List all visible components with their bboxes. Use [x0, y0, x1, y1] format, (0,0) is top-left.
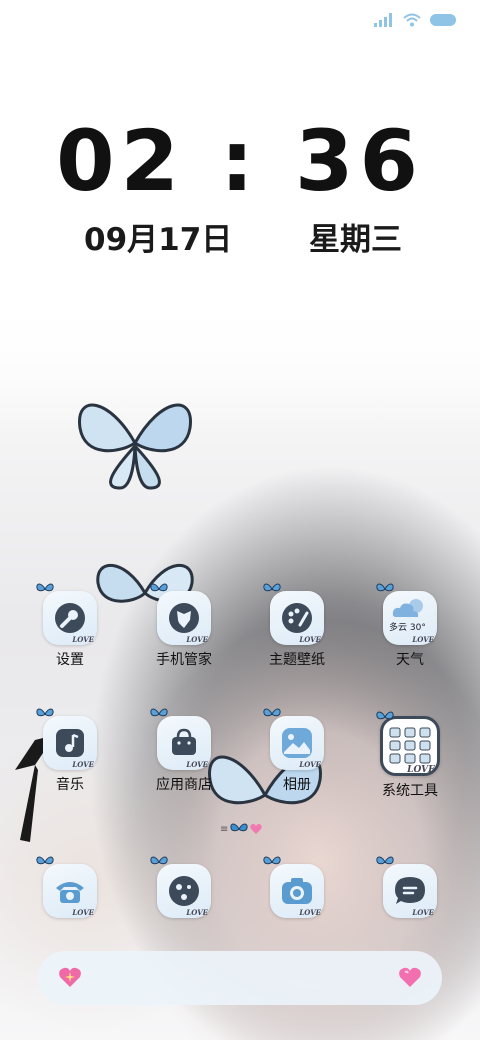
app-label: 设置 — [56, 652, 84, 668]
music-note-icon — [56, 729, 84, 757]
love-badge: LOVE — [299, 760, 321, 769]
app-system-tools[interactable]: LOVE 系统工具 — [360, 711, 460, 800]
app-label: 相册 — [283, 777, 311, 793]
dock-messages[interactable]: LOVE — [360, 856, 460, 918]
page-dots: ≡ — [220, 823, 229, 835]
date-text: 09月17日 — [84, 222, 233, 258]
love-badge: LOVE — [407, 765, 435, 775]
love-badge: LOVE — [72, 908, 94, 917]
sparkle-heart-icon — [59, 967, 81, 987]
phone-manager-icon-tile[interactable]: LOVE — [150, 583, 211, 645]
butterfly-icon — [36, 583, 54, 592]
app-music[interactable]: LOVE 音乐 — [20, 708, 120, 794]
love-badge: LOVE — [72, 760, 94, 769]
wrench-icon — [55, 603, 85, 633]
love-badge: LOVE — [186, 760, 208, 769]
wifi-icon — [403, 13, 421, 27]
butterfly-icon — [36, 708, 54, 717]
palette-icon — [282, 603, 312, 633]
app-label: 天气 — [396, 652, 424, 668]
app-phone-manager[interactable]: LOVE 手机管家 — [134, 583, 234, 669]
butterfly-icon — [150, 583, 168, 592]
system-tools-folder[interactable]: LOVE — [376, 711, 440, 776]
themes-icon-tile[interactable]: LOVE — [263, 583, 324, 645]
weather-icon-tile[interactable]: 多云 30° LOVE — [376, 583, 437, 645]
shield-icon — [169, 603, 199, 633]
message-icon — [395, 877, 425, 904]
app-label: 手机管家 — [156, 652, 212, 668]
page-indicator[interactable]: ≡ — [220, 822, 263, 836]
butterfly-icon — [263, 708, 281, 717]
dock-phone-tile[interactable]: LOVE — [36, 856, 97, 918]
browser-icon — [169, 876, 199, 906]
app-label: 系统工具 — [382, 783, 438, 799]
app-label: 音乐 — [56, 777, 84, 793]
love-badge: LOVE — [299, 635, 321, 644]
dock-camera[interactable]: LOVE — [247, 856, 347, 918]
love-badge: LOVE — [186, 635, 208, 644]
cloud-sun-icon — [392, 599, 423, 617]
status-bar — [374, 10, 456, 30]
heart-icon — [399, 967, 421, 987]
love-badge: LOVE — [412, 908, 434, 917]
app-store-icon-tile[interactable]: LOVE — [150, 708, 211, 770]
wallpaper — [0, 300, 480, 1040]
butterfly-icon — [36, 856, 54, 865]
love-badge: LOVE — [186, 908, 208, 917]
dock-browser[interactable]: LOVE — [134, 856, 234, 918]
image-icon — [282, 728, 312, 758]
bottom-bar[interactable] — [38, 951, 442, 1005]
app-app-store[interactable]: LOVE 应用商店 — [134, 708, 234, 794]
app-label: 主题壁纸 — [269, 652, 325, 668]
butterfly-icon — [263, 856, 281, 865]
app-gallery[interactable]: LOVE 相册 — [247, 708, 347, 794]
settings-icon-tile[interactable]: LOVE — [36, 583, 97, 645]
dock-browser-tile[interactable]: LOVE — [150, 856, 211, 918]
love-badge: LOVE — [412, 635, 434, 644]
battery-icon — [430, 14, 456, 26]
shopping-bag-icon — [172, 728, 196, 755]
clock-time: 02 : 36 — [56, 112, 424, 210]
app-label: 应用商店 — [156, 777, 212, 793]
app-weather[interactable]: 多云 30° LOVE 天气 — [360, 583, 460, 669]
weather-widget-text: 多云 30° — [389, 623, 426, 633]
butterfly-icon — [230, 823, 248, 832]
butterfly-icon — [376, 583, 394, 592]
butterfly-icon — [263, 583, 281, 592]
butterfly-icon — [150, 708, 168, 717]
heart-icon — [250, 824, 263, 834]
signal-icon — [374, 13, 392, 27]
dock-camera-tile[interactable]: LOVE — [263, 856, 324, 918]
app-themes[interactable]: LOVE 主题壁纸 — [247, 583, 347, 669]
telephone-icon — [56, 882, 84, 903]
dock-phone[interactable]: LOVE — [20, 856, 120, 918]
dock-messages-tile[interactable]: LOVE — [376, 856, 437, 918]
music-icon-tile[interactable]: LOVE — [36, 708, 97, 770]
home-screen: 02 : 36 09月17日 星期三 LOVE 设置 LOVE 手机管家 LOV… — [0, 0, 480, 1040]
app-settings[interactable]: LOVE 设置 — [20, 583, 120, 669]
love-badge: LOVE — [299, 908, 321, 917]
butterfly-icon — [376, 856, 394, 865]
love-badge: LOVE — [72, 635, 94, 644]
butterfly-icon — [150, 856, 168, 865]
camera-icon — [282, 878, 312, 904]
weekday-text: 星期三 — [309, 222, 402, 258]
folder-grid-icon — [389, 727, 431, 764]
butterfly-decoration — [78, 403, 192, 490]
gallery-icon-tile[interactable]: LOVE — [263, 708, 324, 770]
butterfly-icon — [376, 711, 394, 720]
date-row: 09月17日 星期三 — [84, 214, 402, 259]
